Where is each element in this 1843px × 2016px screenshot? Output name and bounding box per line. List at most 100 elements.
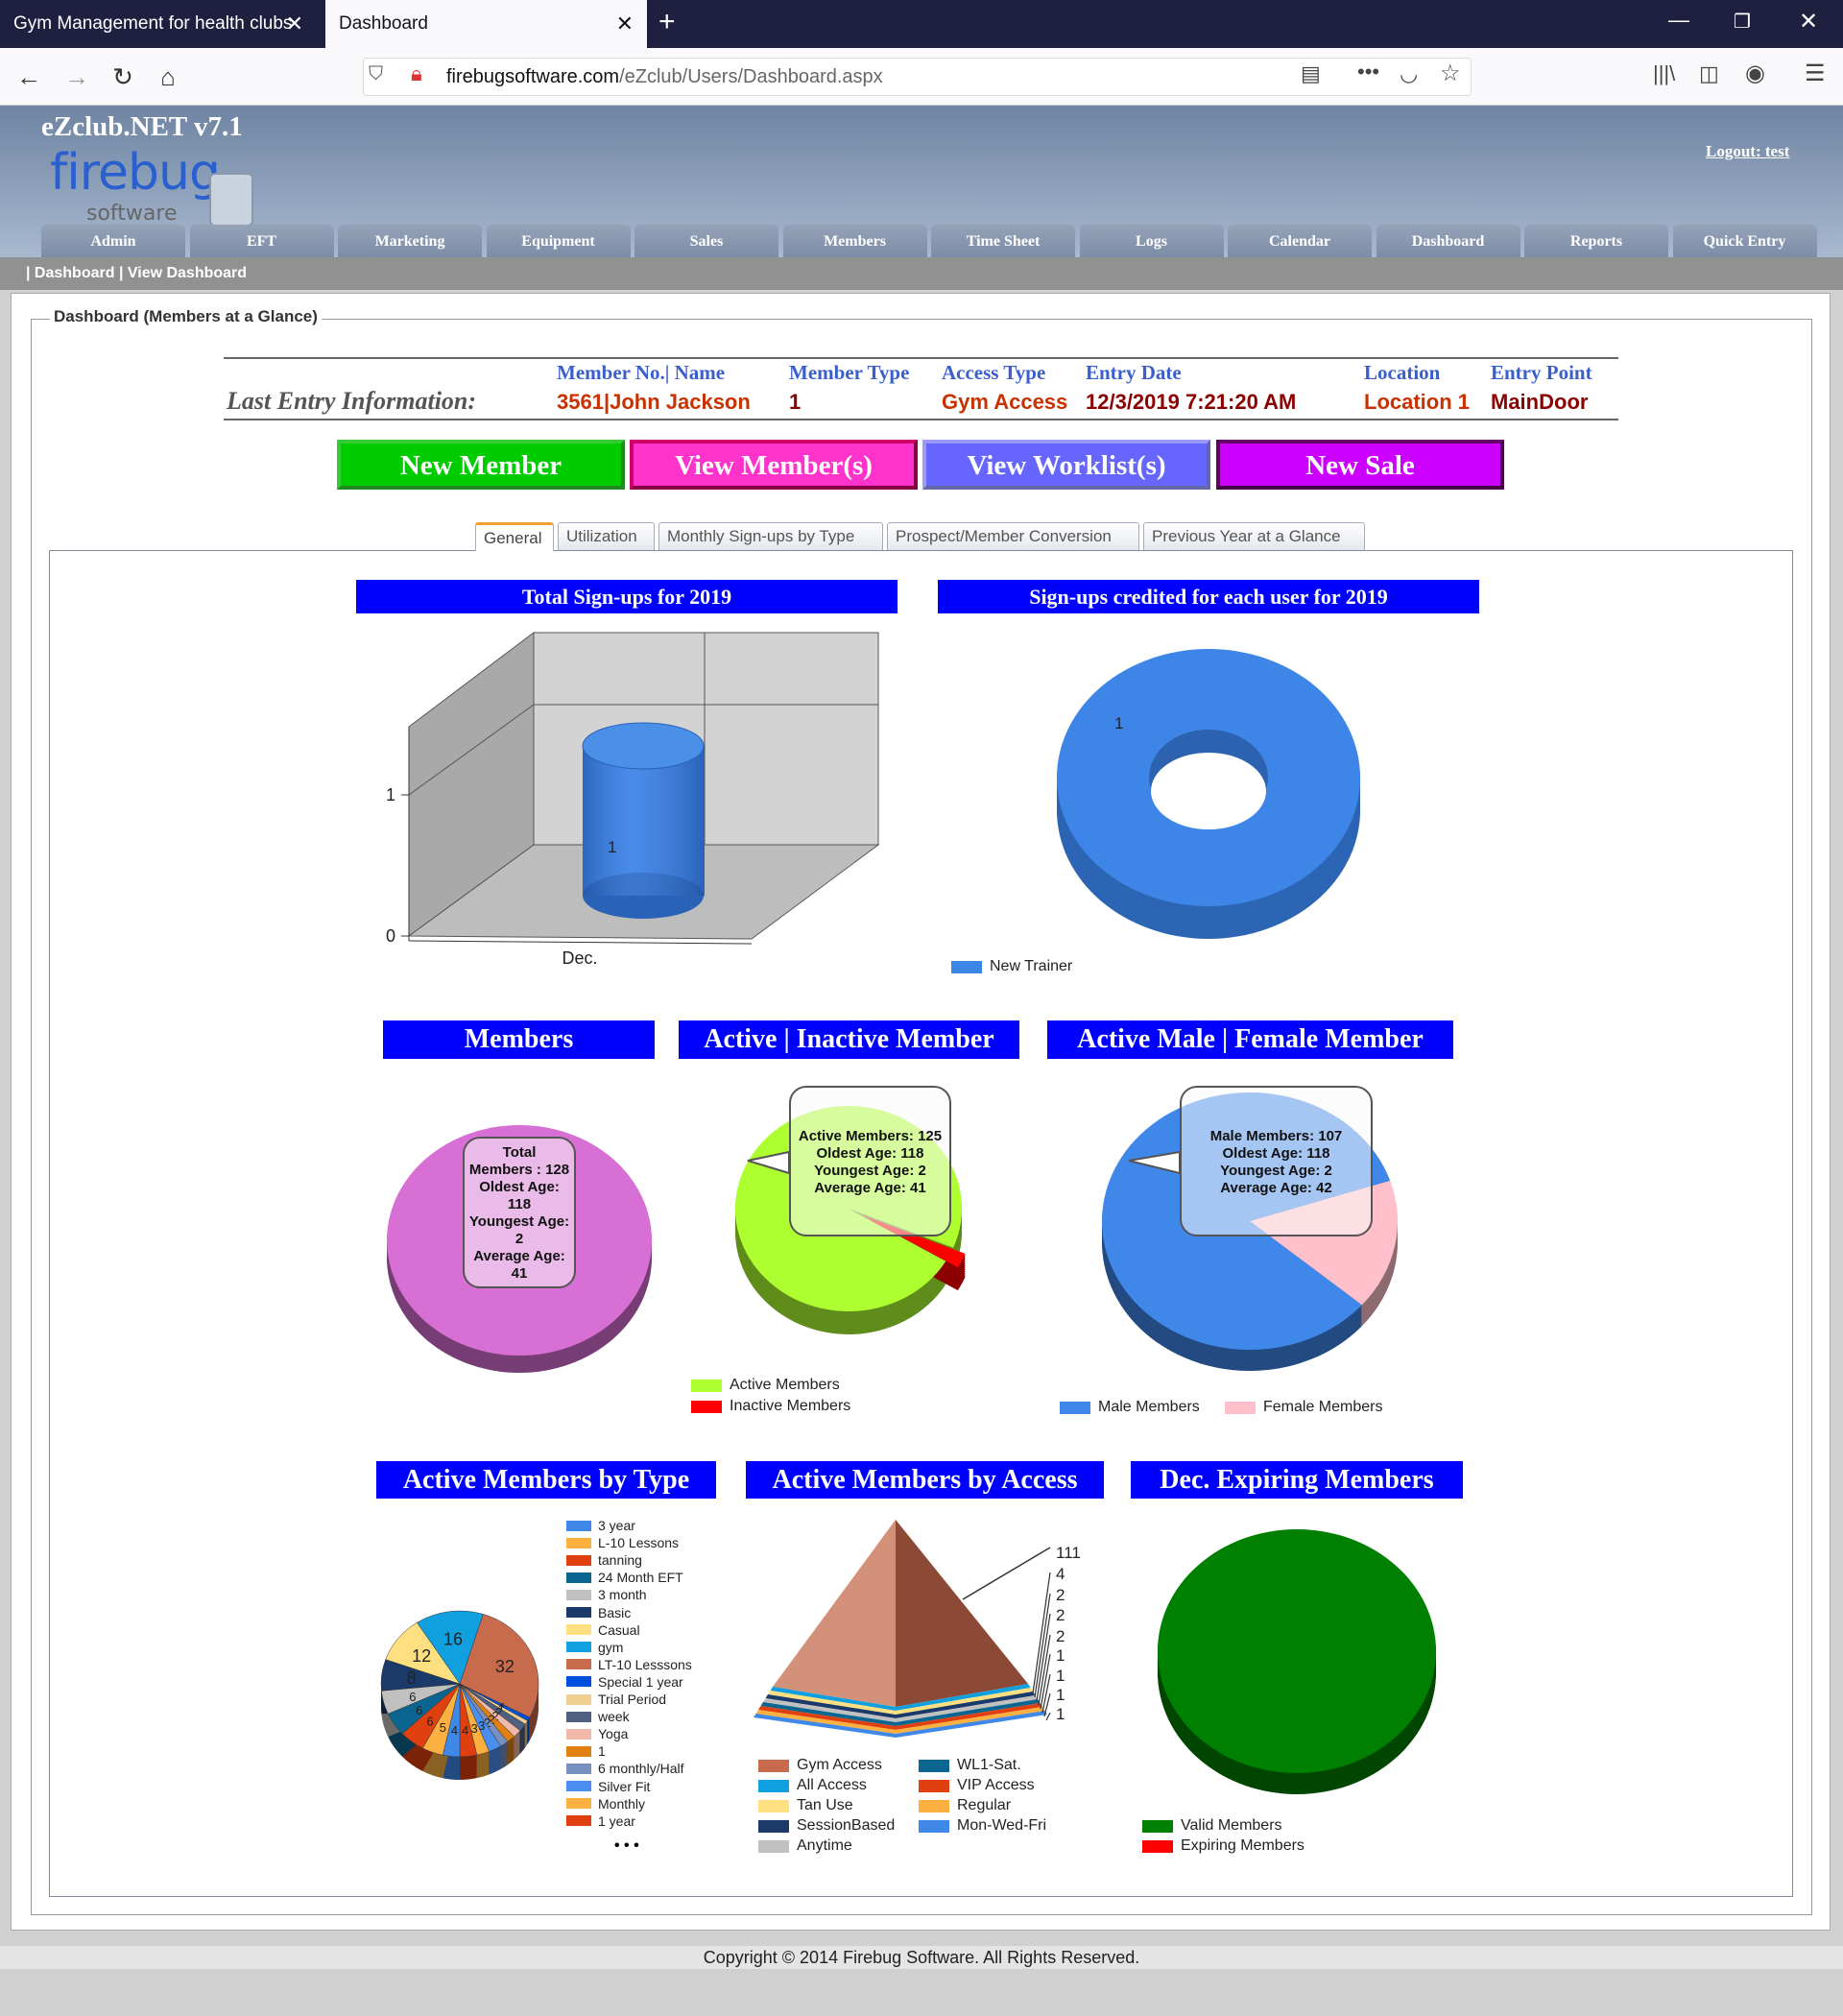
legend-label: SessionBased [797,1817,896,1834]
legend-swatch [566,1520,591,1531]
pie-slice-label: 4 [462,1723,468,1738]
legend-more-indicator[interactable]: • • • [614,1837,639,1855]
legend-swatch [566,1763,591,1774]
legend-swatch [758,1759,789,1772]
pie-slice-label: 6 [416,1703,422,1717]
entry-value: 3561|John Jackson [557,390,751,414]
pie-slice-label: 12 [412,1646,431,1666]
x-tick-label: Dec. [562,948,597,968]
legend-swatch [566,1798,591,1810]
legend-swatch [566,1589,591,1600]
tooltip-line: 2 [515,1231,524,1247]
legend-item: 6 monthly/Half [566,1760,683,1777]
legend-swatch [566,1781,591,1791]
pyramid-value-label: 2 [1056,1586,1065,1604]
legend-label: Male Members [1098,1399,1200,1415]
tooltip-line: Oldest Age: [479,1179,560,1195]
legend-item: Special 1 year [566,1673,683,1691]
legend-label: Silver Fit [598,1778,651,1794]
legend-label: 1 [598,1743,606,1760]
legend-item: L-10 Lessons [566,1534,679,1551]
legend-label: New Trainer [990,958,1073,974]
legend-item: week [566,1708,630,1725]
legend-swatch [919,1779,949,1792]
legend-item: Regular [919,1797,1011,1814]
donut-hole [1151,753,1266,829]
legend-swatch [566,1642,591,1653]
legend-swatch [758,1839,789,1853]
legend-swatch [1225,1401,1256,1414]
entry-header: Entry Date [1086,361,1182,384]
legend-label: Regular [957,1797,1012,1813]
legend-label: 3 month [598,1587,647,1603]
legend-swatch [566,1624,591,1636]
y-tick-label: 0 [386,926,395,946]
tooltip-line: Oldest Age: 118 [816,1145,924,1162]
charts-canvas: 011Dec.132112222334456668121611142221111 [380,631,1436,1794]
legend-swatch [1060,1401,1090,1414]
legend-swatch [1142,1839,1173,1853]
legend-swatch [566,1676,591,1688]
legend-label: All Access [797,1777,867,1793]
pyramid-value-label: 4 [1056,1565,1065,1583]
legend-item: WL1-Sat. [919,1757,1021,1774]
legend-label: Valid Members [1181,1817,1282,1834]
legend-item: LT-10 Lesssons [566,1656,692,1673]
entry-value: 1 [789,390,802,414]
legend-item: Female Members [1225,1399,1382,1416]
y-tick-label: 1 [386,785,395,804]
legend-label: Yoga [598,1726,629,1742]
legend-swatch [566,1728,591,1740]
legend-label: 3 year [598,1518,635,1533]
legend-label: tanning [598,1552,642,1569]
legend-item: Monthly [566,1795,645,1812]
tooltip-line: Youngest Age: 2 [814,1163,926,1179]
tooltip-line: Average Age: [473,1248,565,1264]
bar-value-label: 1 [608,838,616,856]
legend-swatch [566,1607,591,1618]
legend-swatch [566,1537,591,1548]
legend-item: Male Members [1060,1399,1200,1416]
entry-value: Gym Access [942,390,1068,414]
legend-label: gym [598,1639,624,1655]
pyramid-value-label: 1 [1056,1667,1065,1685]
legend-item: Yoga [566,1725,628,1742]
legend-swatch [566,1711,591,1722]
legend-item: 24 Month EFT [566,1569,683,1586]
tab-utilization[interactable]: Utilization [558,522,655,550]
pyramid-face-right [896,1520,1028,1707]
legend-item: 3 year [566,1517,635,1534]
pyramid-value-label: 1 [1056,1686,1065,1704]
legend-item: 3 month [566,1586,647,1603]
tab-monthly-sign-ups-by-type[interactable]: Monthly Sign-ups by Type [658,522,883,550]
entry-header: Entry Point [1491,361,1592,384]
tooltip-line: Members : 128 [468,1162,570,1178]
legend-label: Trial Period [598,1692,667,1707]
members-tooltip: Total Members : 128 Oldest Age: 118 Youngest… [463,1137,576,1288]
pyramid-value-label: 2 [1056,1627,1065,1645]
entry-value: MainDoor [1491,390,1589,414]
pie-slice-label: 6 [426,1714,433,1728]
legend-label: Active Members [730,1377,840,1393]
pie-slice-label: 4 [451,1723,458,1738]
tooltip-line: Average Age: 41 [814,1180,926,1196]
legend-item: 1 [566,1742,606,1760]
legend-item: 1 year [566,1812,635,1830]
legend-item: Casual [566,1621,640,1639]
tab-prospect-member-conversion[interactable]: Prospect/Member Conversion [887,522,1139,550]
pie-slice-label: 6 [409,1690,416,1704]
legend-item: All Access [758,1777,867,1794]
tooltip-line: 118 [507,1196,532,1212]
legend-item: VIP Access [919,1777,1035,1794]
leader-line [1036,1613,1051,1702]
tab-general[interactable]: General [475,522,554,551]
tab-previous-year-at-a-glance[interactable]: Previous Year at a Glance [1143,522,1365,550]
legend-label: VIP Access [957,1777,1035,1793]
legend-label: Inactive Members [730,1398,851,1414]
legend-item: Anytime [758,1837,852,1855]
pie-slice-label: 32 [495,1657,515,1676]
legend-swatch [566,1815,591,1827]
tooltip-line: Average Age: 42 [1220,1180,1332,1196]
male-tooltip: Male Members: 107 Oldest Age: 118 Youngest… [1180,1086,1373,1236]
legend-label: WL1-Sat. [957,1757,1021,1773]
